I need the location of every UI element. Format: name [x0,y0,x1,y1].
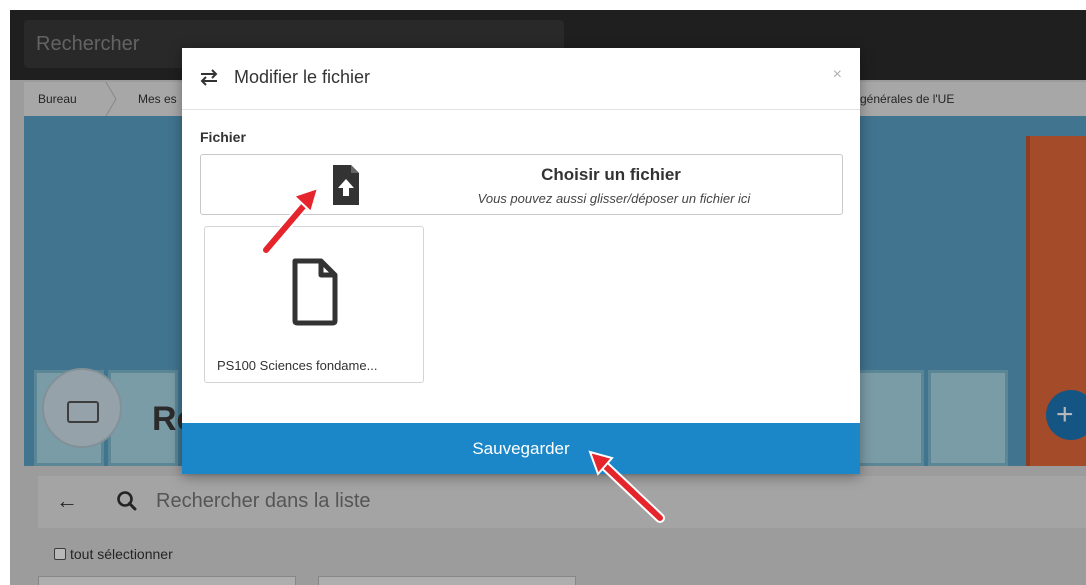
selected-file-name: PS100 Sciences fondame... [217,358,378,373]
modal-header: Modifier le fichier × [182,48,860,110]
file-upload-icon [333,165,359,205]
file-field-label: Fichier [200,129,246,145]
choose-file-button[interactable]: Choisir un fichier Vous pouvez aussi gli… [200,154,843,215]
choose-file-hint: Vous pouvez aussi glisser/déposer un fic… [477,191,751,206]
swap-arrows-icon [200,69,218,86]
edit-file-modal: Modifier le fichier × Fichier Choisir un… [182,48,860,474]
choose-file-title: Choisir un fichier [541,165,681,184]
close-icon[interactable]: × [833,66,842,84]
modal-title: Modifier le fichier [234,67,371,87]
selected-file-card[interactable]: PS100 Sciences fondame... [204,226,424,383]
document-icon [292,258,338,326]
save-button[interactable]: Sauvegarder [182,423,860,474]
